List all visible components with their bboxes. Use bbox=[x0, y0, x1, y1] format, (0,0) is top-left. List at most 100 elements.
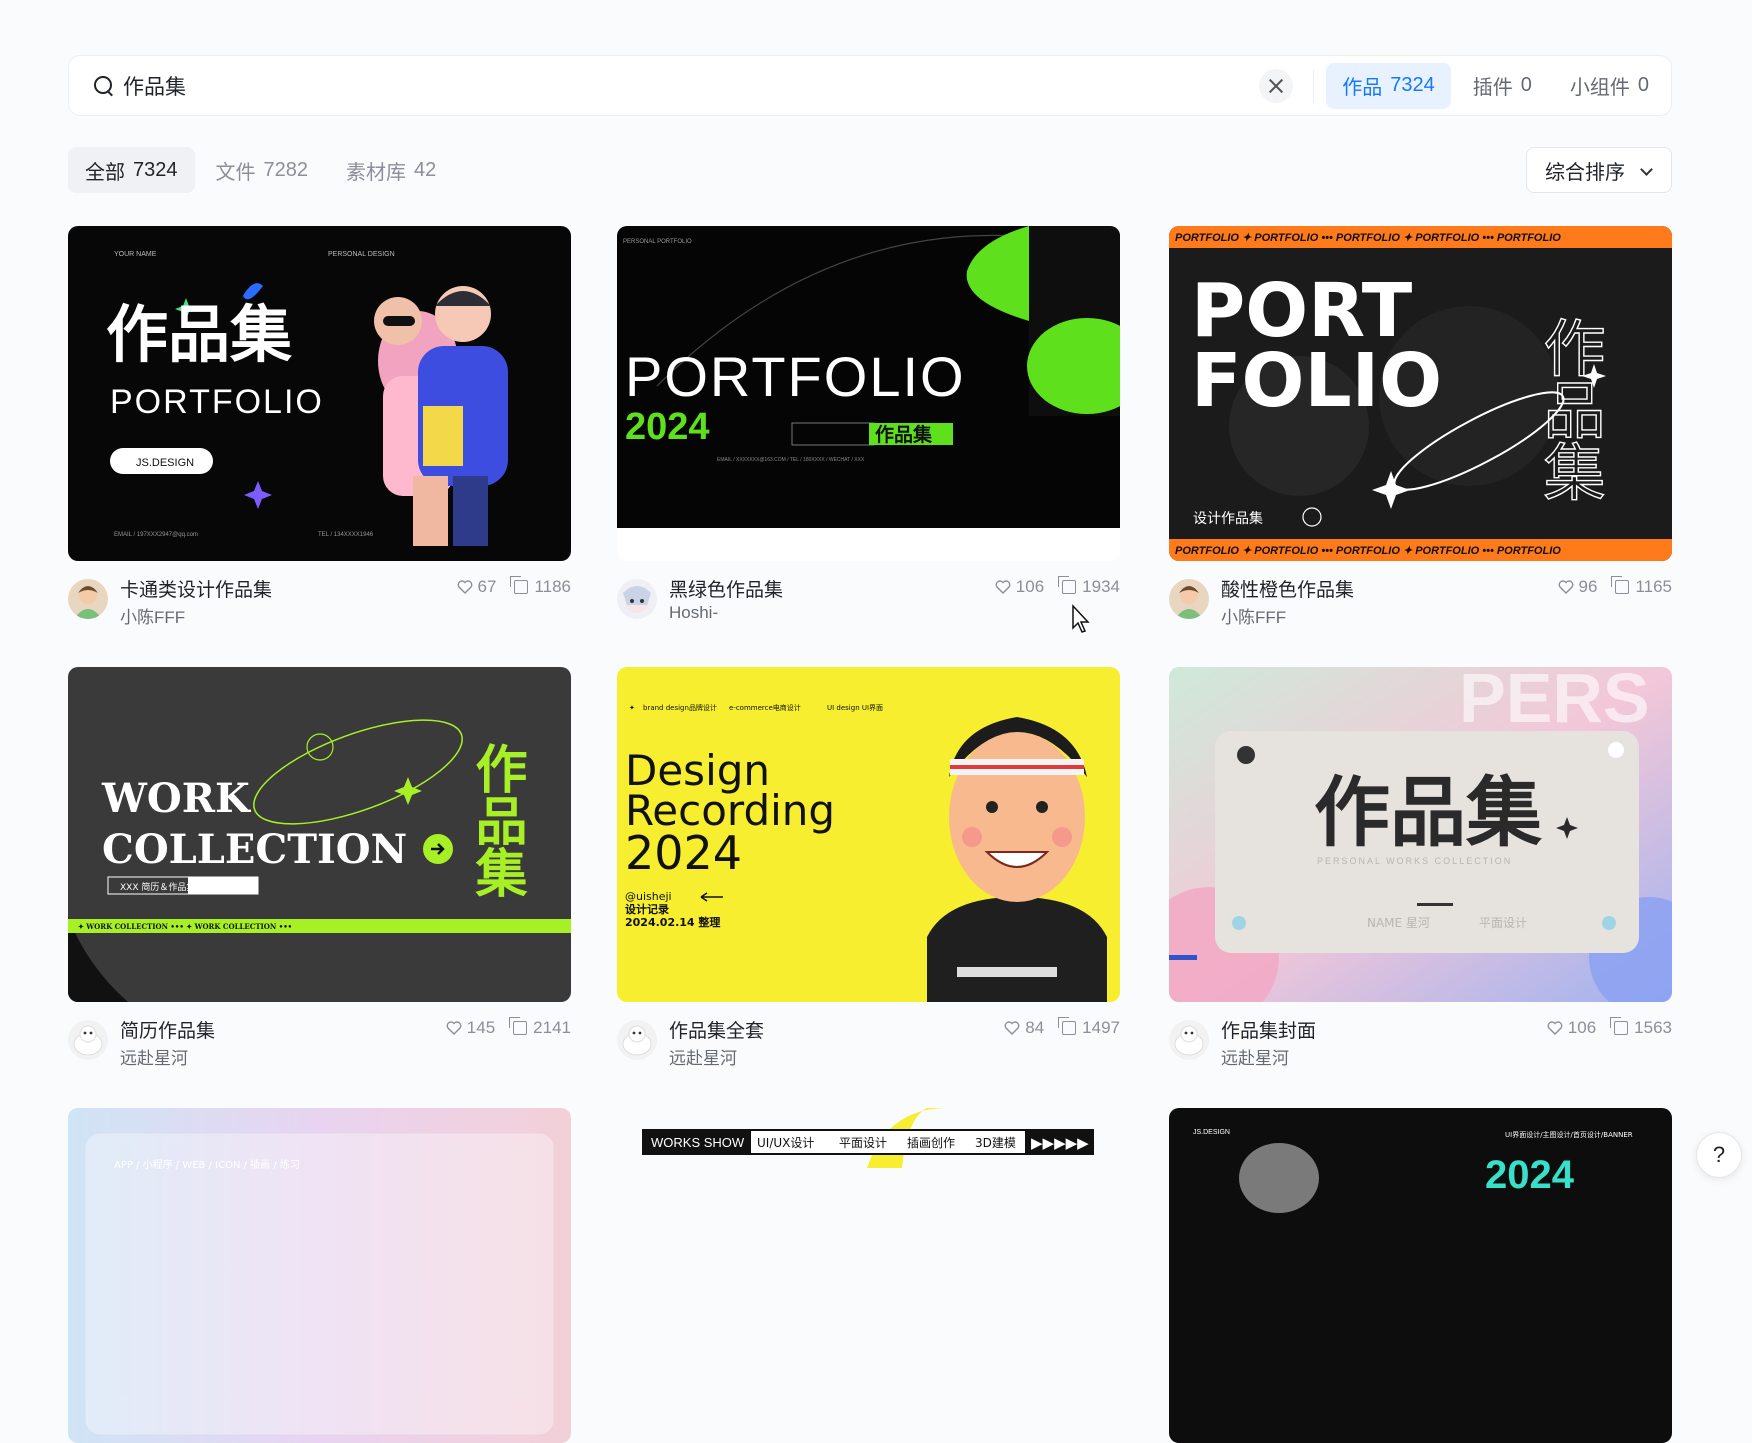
result-card[interactable]: PORTFOLIO ✦ PORTFOLIO ••• PORTFOLIO ✦ PO… bbox=[1169, 226, 1672, 635]
heart-icon[interactable] bbox=[1547, 1020, 1563, 1036]
copy-icon[interactable] bbox=[510, 576, 529, 594]
result-card[interactable]: WORK COLLECTION XXX 简历＆作品集 ✦ WORK COLLEC… bbox=[68, 667, 571, 1076]
tab-label: 小组件 bbox=[1569, 77, 1630, 99]
copy-count: 1186 bbox=[534, 577, 571, 596]
svg-text:TEL / 134XXXX1946: TEL / 134XXXX1946 bbox=[318, 532, 374, 538]
avatar[interactable] bbox=[68, 579, 108, 619]
svg-text:▶▶▶▶▶: ▶▶▶▶▶ bbox=[1031, 1134, 1089, 1152]
card-title[interactable]: 酸性橙色作品集 bbox=[1221, 575, 1354, 602]
svg-text:YOUR NAME: YOUR NAME bbox=[114, 251, 157, 258]
card-title[interactable]: 卡通类设计作品集 bbox=[120, 575, 272, 602]
svg-text:e-commerce电商设计: e-commerce电商设计 bbox=[729, 703, 801, 712]
avatar[interactable] bbox=[617, 1020, 657, 1060]
filter-bar: 全部 7324 文件 7282 素材库 42 综合排序 bbox=[68, 147, 1672, 193]
avatar[interactable] bbox=[1169, 1020, 1209, 1060]
clear-search-icon[interactable] bbox=[1259, 68, 1294, 103]
card-stats: 106 1563 bbox=[1547, 1017, 1672, 1038]
like-count: 84 bbox=[1025, 1018, 1045, 1037]
card-author[interactable]: 小陈FFF bbox=[1221, 603, 1286, 628]
sort-dropdown[interactable]: 综合排序 bbox=[1526, 147, 1672, 193]
like-count: 106 bbox=[1015, 577, 1045, 596]
svg-text:✦ WORK COLLECTION ••• ✦ WORK C: ✦ WORK COLLECTION ••• ✦ WORK COLLECTION … bbox=[78, 922, 292, 931]
copy-count: 2141 bbox=[533, 1018, 571, 1037]
tab-label: 插件 bbox=[1472, 77, 1513, 99]
result-card[interactable]: PERS 作品集 PERSONAL WORKS COLLECTION NAME … bbox=[1169, 667, 1672, 1076]
like-count: 106 bbox=[1567, 1018, 1597, 1037]
result-card[interactable]: JS.DESIGN UI界面设计/主图设计/首页设计/BANNER 2024 bbox=[1169, 1108, 1672, 1443]
copy-icon[interactable] bbox=[1058, 576, 1077, 594]
svg-text:PERSONAL PORTFOLIO: PERSONAL PORTFOLIO bbox=[623, 239, 692, 245]
tab-label: 素材库 bbox=[346, 161, 406, 184]
svg-text:平面设计: 平面设计 bbox=[1479, 916, 1527, 930]
heart-icon[interactable] bbox=[446, 1020, 462, 1036]
tab-count: 7282 bbox=[263, 158, 309, 181]
filter-tab-library[interactable]: 素材库 42 bbox=[329, 147, 453, 193]
svg-text:PORTFOLIO ✦ PORTFOLIO ••• PORT: PORTFOLIO ✦ PORTFOLIO ••• PORTFOLIO ✦ PO… bbox=[1175, 545, 1561, 557]
card-title[interactable]: 作品集全套 bbox=[669, 1016, 764, 1043]
heart-icon[interactable] bbox=[457, 579, 473, 595]
tab-count: 7324 bbox=[133, 158, 178, 181]
card-thumbnail[interactable]: WORKS SHOW UI/UX设计 平面设计 插画创作 3D建模 ▶▶▶▶▶ bbox=[617, 1108, 1120, 1443]
tab-label: 文件 bbox=[215, 161, 256, 184]
heart-icon[interactable] bbox=[995, 579, 1011, 595]
svg-text:作品集: 作品集 bbox=[106, 298, 292, 371]
result-card[interactable]: WORKS SHOW UI/UX设计 平面设计 插画创作 3D建模 ▶▶▶▶▶ bbox=[617, 1108, 1120, 1443]
help-button[interactable]: ? bbox=[1696, 1132, 1742, 1178]
tab-count: 7324 bbox=[1390, 74, 1435, 96]
card-title[interactable]: 作品集封面 bbox=[1221, 1016, 1316, 1043]
copy-icon[interactable] bbox=[1610, 1017, 1629, 1035]
card-thumbnail[interactable]: JS.DESIGN UI界面设计/主图设计/首页设计/BANNER 2024 bbox=[1169, 1108, 1672, 1443]
card-author[interactable]: 远赴星河 bbox=[120, 1044, 188, 1069]
copy-count: 1563 bbox=[1634, 1018, 1672, 1037]
like-count: 96 bbox=[1578, 577, 1598, 596]
search-tab-widgets[interactable]: 小组件 0 bbox=[1554, 63, 1665, 109]
card-title[interactable]: 简历作品集 bbox=[120, 1016, 215, 1043]
search-tab-works[interactable]: 作品 7324 bbox=[1326, 62, 1451, 109]
svg-text:JS.DESIGN: JS.DESIGN bbox=[136, 457, 194, 469]
card-thumbnail[interactable]: WORK COLLECTION XXX 简历＆作品集 ✦ WORK COLLEC… bbox=[68, 667, 571, 1002]
like-count: 67 bbox=[477, 577, 497, 596]
search-tab-plugins[interactable]: 插件 0 bbox=[1457, 63, 1548, 109]
svg-text:PERSONAL WORKS COLLECTION: PERSONAL WORKS COLLECTION bbox=[1317, 856, 1512, 866]
card-thumbnail[interactable]: PORTFOLIO ✦ PORTFOLIO ••• PORTFOLIO ✦ PO… bbox=[1169, 226, 1672, 561]
card-thumbnail[interactable]: ✦ brand design品牌设计 e-commerce电商设计 UI des… bbox=[617, 667, 1120, 1002]
card-thumbnail[interactable]: PERSONAL PORTFOLIO PORTFOLIO 2024 作品集 EM… bbox=[617, 226, 1120, 561]
chevron-down-icon bbox=[1640, 163, 1653, 176]
card-author[interactable]: 小陈FFF bbox=[120, 603, 185, 628]
result-card[interactable]: YOUR NAME PERSONAL DESIGN 作品集 PORTFOLIO … bbox=[68, 226, 571, 635]
svg-text:2024.02.14 整理: 2024.02.14 整理 bbox=[625, 915, 720, 929]
card-thumbnail[interactable]: PERS 作品集 PERSONAL WORKS COLLECTION NAME … bbox=[1169, 667, 1672, 1002]
svg-text:作品集: 作品集 bbox=[1314, 768, 1542, 857]
result-card[interactable]: APP / 小程序 / WEB / ICON / 插画 / 练习 bbox=[68, 1108, 571, 1443]
card-stats: 96 1165 bbox=[1558, 576, 1672, 597]
svg-text:UI界面设计/主图设计/首页设计/BANNER: UI界面设计/主图设计/首页设计/BANNER bbox=[1505, 1130, 1633, 1139]
svg-text:3D建模: 3D建模 bbox=[975, 1136, 1016, 1150]
search-input[interactable] bbox=[123, 73, 1260, 98]
card-thumbnail[interactable]: YOUR NAME PERSONAL DESIGN 作品集 PORTFOLIO … bbox=[68, 226, 571, 561]
copy-icon[interactable] bbox=[1611, 576, 1630, 594]
svg-text:WORK: WORK bbox=[101, 775, 251, 822]
heart-icon[interactable] bbox=[1004, 1020, 1020, 1036]
result-card[interactable]: PERSONAL PORTFOLIO PORTFOLIO 2024 作品集 EM… bbox=[617, 226, 1120, 635]
avatar[interactable] bbox=[1169, 579, 1209, 619]
card-thumbnail[interactable]: APP / 小程序 / WEB / ICON / 插画 / 练习 bbox=[68, 1108, 571, 1443]
svg-text:EMAIL / XXXXXXX@163.COM / TE: EMAIL / XXXXXXX@163.COM / TEL / 180XXXX … bbox=[717, 457, 865, 463]
avatar[interactable] bbox=[617, 579, 657, 619]
filter-tab-files[interactable]: 文件 7282 bbox=[199, 147, 326, 193]
svg-text:XXX 简历＆作品集: XXX 简历＆作品集 bbox=[120, 881, 195, 893]
card-title[interactable]: 黑绿色作品集 bbox=[669, 575, 783, 602]
copy-icon[interactable] bbox=[1058, 1017, 1077, 1035]
card-author[interactable]: Hoshi- bbox=[669, 603, 718, 623]
copy-icon[interactable] bbox=[509, 1017, 528, 1035]
like-count: 145 bbox=[466, 1018, 496, 1037]
svg-text:✦: ✦ bbox=[629, 704, 635, 712]
svg-text:作品集: 作品集 bbox=[466, 742, 528, 898]
card-author[interactable]: 远赴星河 bbox=[1221, 1044, 1289, 1069]
svg-text:2024: 2024 bbox=[1485, 1153, 1575, 1197]
result-card[interactable]: ✦ brand design品牌设计 e-commerce电商设计 UI des… bbox=[617, 667, 1120, 1076]
card-author[interactable]: 远赴星河 bbox=[669, 1044, 737, 1069]
avatar[interactable] bbox=[68, 1020, 108, 1060]
filter-tab-all[interactable]: 全部 7324 bbox=[68, 147, 195, 193]
sort-label: 综合排序 bbox=[1545, 161, 1625, 184]
heart-icon[interactable] bbox=[1558, 579, 1574, 595]
